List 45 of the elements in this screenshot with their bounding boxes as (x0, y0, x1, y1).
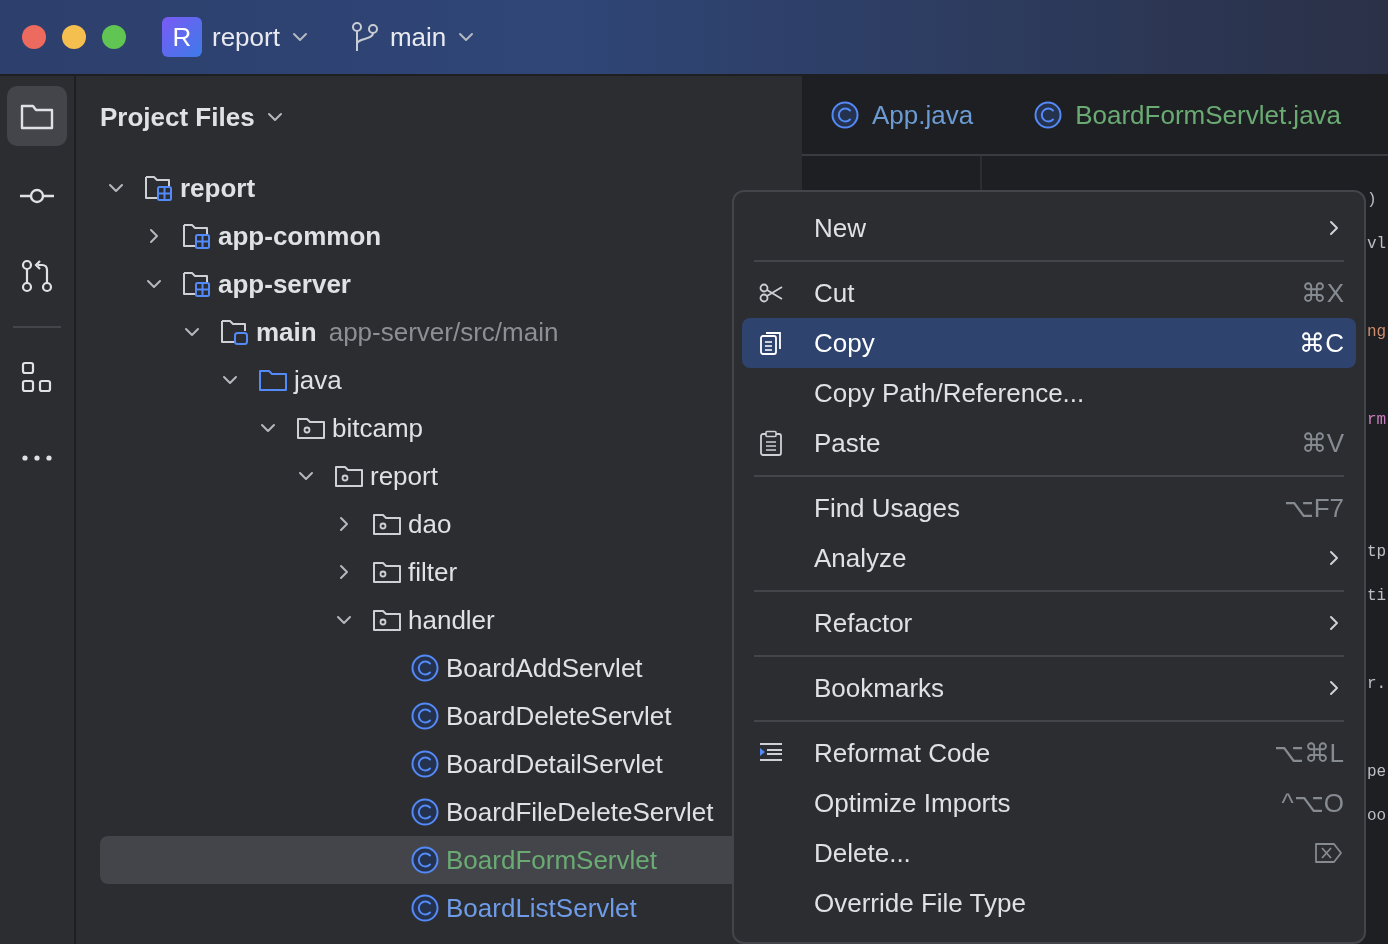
code-text: pe (1367, 763, 1387, 781)
module-icon (182, 221, 212, 251)
shortcut-text: ⌥⌘L (1273, 736, 1344, 770)
class-icon (410, 701, 440, 731)
backspace-icon (1314, 841, 1344, 865)
project-selector[interactable]: R report (162, 17, 310, 57)
class-icon (1033, 100, 1064, 130)
code-text: vl (1367, 235, 1387, 253)
branch-icon (349, 20, 380, 54)
shortcut-text: ⌘V (1300, 426, 1344, 460)
source-folder-icon (220, 317, 250, 347)
code-text: ti (1367, 587, 1387, 605)
window-control[interactable] (22, 25, 46, 49)
class-icon (830, 100, 860, 130)
window-control[interactable] (102, 25, 126, 49)
tool-window-button[interactable] (7, 86, 67, 146)
path-hint: app-server/src/main (328, 315, 559, 349)
module-icon (182, 269, 212, 299)
clipboard-icon (758, 430, 784, 456)
class-icon (410, 653, 440, 683)
copy-icon (758, 330, 784, 356)
class-icon (410, 845, 440, 875)
branch-selector[interactable]: main (349, 17, 477, 57)
menu-item[interactable]: Copy ⌘C (742, 318, 1356, 368)
code-text: r. (1367, 675, 1387, 693)
code-text: rm (1367, 411, 1387, 429)
class-icon (410, 749, 440, 779)
code-text: ) (1367, 191, 1377, 209)
code-text: oo (1367, 807, 1387, 825)
code-text: tp (1367, 543, 1387, 561)
module-icon (144, 173, 174, 203)
editor-tab[interactable]: BoardFormServlet.java (1033, 95, 1342, 135)
pull-request-icon (19, 258, 55, 294)
shortcut-text: ⌘X (1300, 276, 1344, 310)
shortcut-text: ^⌥O (1281, 786, 1344, 820)
editor-tab[interactable]: App.java (830, 95, 974, 135)
window-control[interactable] (62, 25, 86, 49)
code-text: ng (1367, 323, 1387, 341)
class-icon (410, 797, 440, 827)
panel-title[interactable]: Project Files (100, 97, 255, 137)
shortcut-text: ⌥F7 (1283, 491, 1344, 525)
class-icon (410, 893, 440, 923)
more-icon (22, 455, 52, 461)
shortcut-text: ⌘C (1299, 326, 1344, 360)
project-badge: R (162, 17, 202, 57)
